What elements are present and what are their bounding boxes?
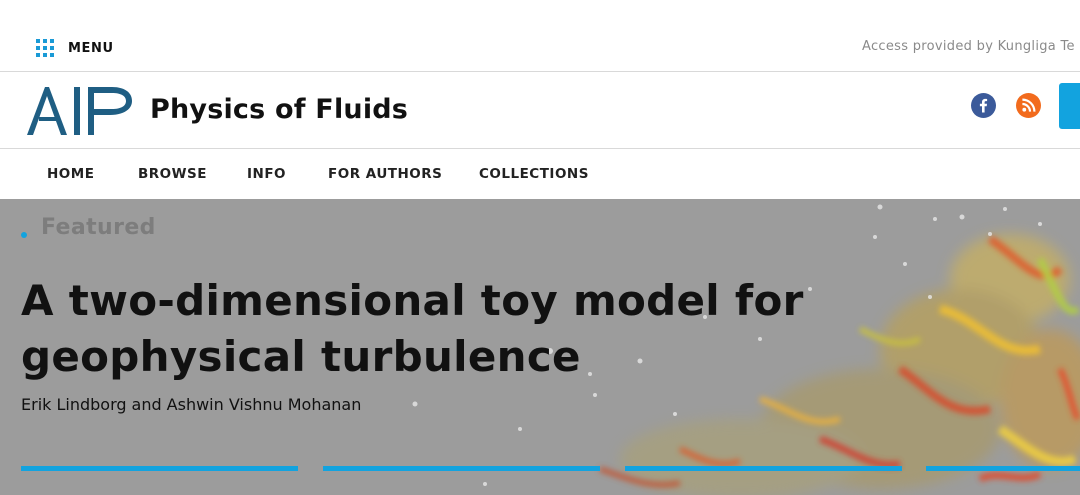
main-navigation: HOME BROWSE INFO FOR AUTHORS COLLECTIONS	[0, 150, 1080, 198]
featured-kicker: Featured	[21, 215, 156, 240]
carousel-indicator-1[interactable]	[21, 466, 298, 471]
rss-icon[interactable]	[1016, 93, 1041, 118]
author-name[interactable]: Ashwin Vishnu Mohanan	[167, 395, 362, 414]
nav-for-authors[interactable]: FOR AUTHORS	[328, 166, 442, 182]
access-provided-text: Access provided by Kungliga Te	[862, 39, 1075, 54]
featured-article-authors: Erik Lindborg and Ashwin Vishnu Mohanan	[21, 395, 361, 414]
featured-label: Featured	[41, 215, 156, 240]
author-joiner: and	[131, 395, 162, 414]
top-utility-bar: MENU Access provided by Kungliga Te	[0, 0, 1080, 72]
journal-header: Physics of Fluids	[0, 73, 1080, 149]
apps-grid-icon	[36, 39, 54, 57]
nav-browse[interactable]: BROWSE	[138, 166, 207, 182]
nav-info[interactable]: INFO	[247, 166, 286, 182]
nav-collections[interactable]: COLLECTIONS	[479, 166, 589, 182]
author-name[interactable]: Erik Lindborg	[21, 395, 127, 414]
menu-button[interactable]: MENU	[36, 38, 114, 58]
facebook-icon[interactable]	[971, 93, 996, 118]
carousel-indicator-3[interactable]	[625, 466, 902, 471]
nav-home[interactable]: HOME	[47, 166, 94, 182]
header-action-button[interactable]	[1059, 83, 1080, 129]
aip-logo[interactable]	[26, 85, 134, 137]
carousel-indicator-2[interactable]	[323, 466, 600, 471]
featured-article-title[interactable]: A two-dimensional toy model for geophysi…	[21, 273, 1071, 385]
featured-hero: Featured A two-dimensional toy model for…	[0, 199, 1080, 495]
carousel-indicator-4[interactable]	[926, 466, 1080, 471]
journal-title[interactable]: Physics of Fluids	[150, 94, 408, 125]
menu-label: MENU	[68, 40, 114, 56]
featured-bullet-icon	[21, 231, 27, 238]
